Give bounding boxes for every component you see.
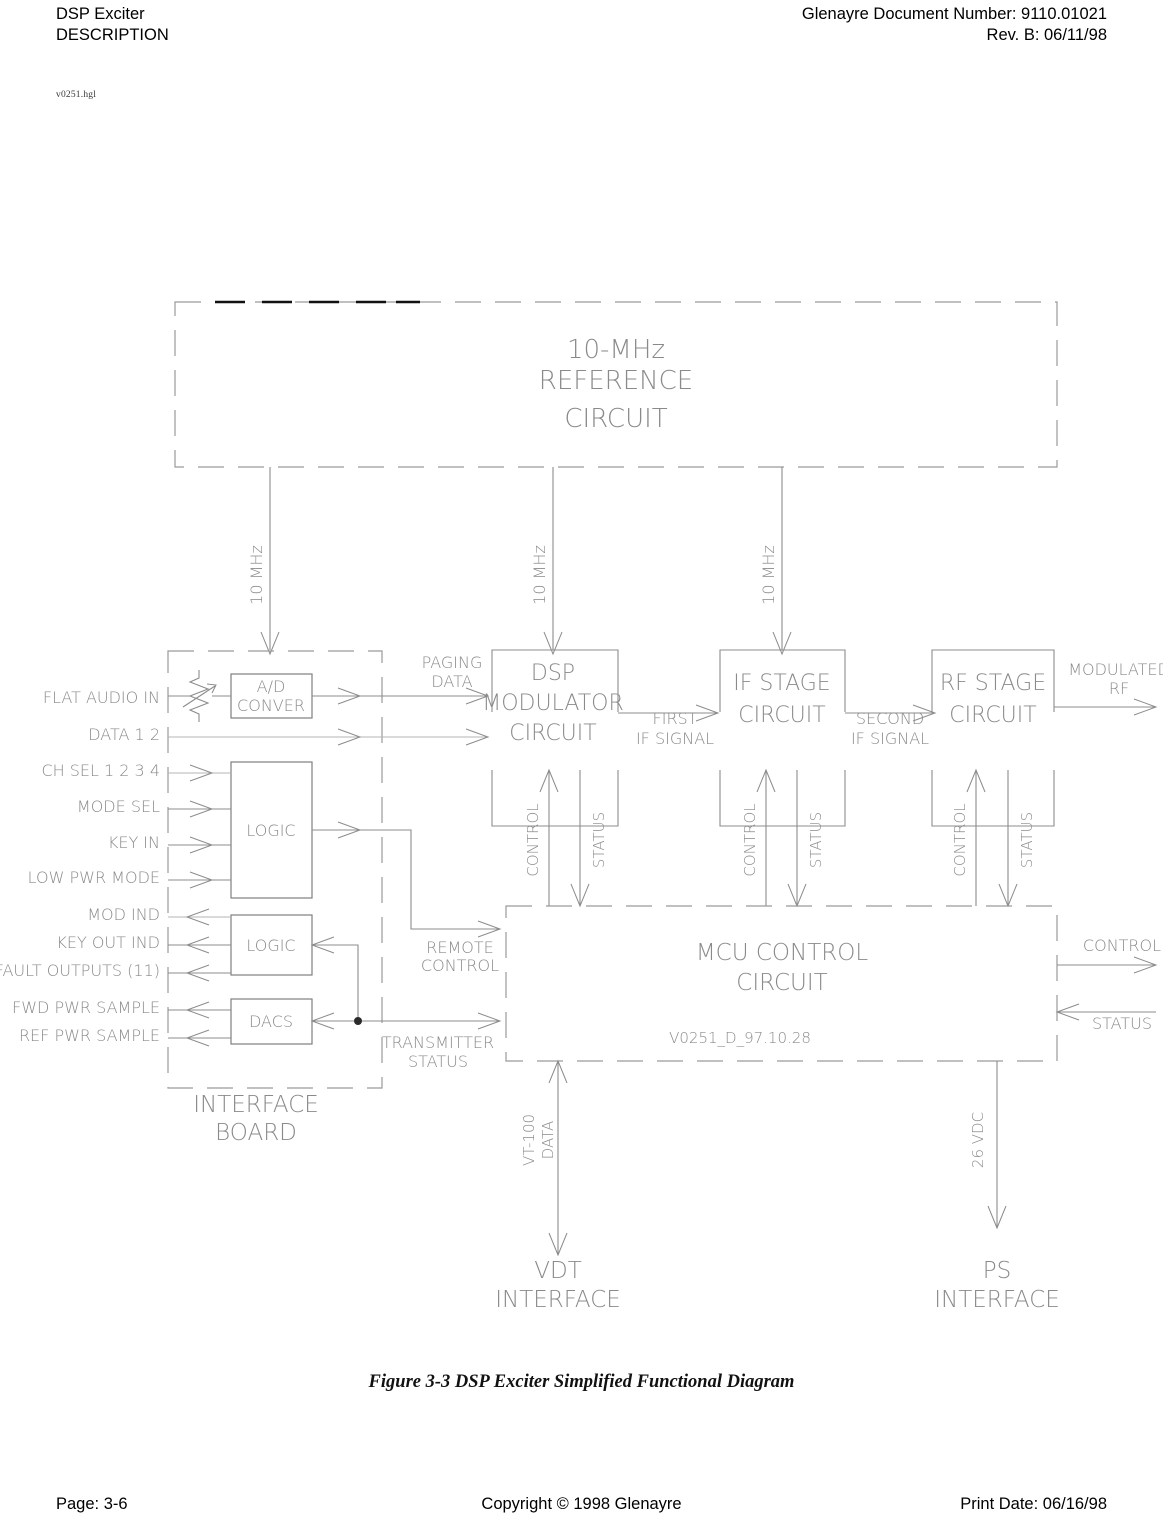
footer-print-date: Print Date: 06/16/98 xyxy=(960,1495,1107,1513)
input-label-low-pwr-mode: LOW PWR MODE xyxy=(28,868,160,887)
ps-interface-block: 26 VDC PS INTERFACE xyxy=(934,1061,1060,1313)
page-footer: Page: 3-6 Copyright © 1998 Glenayre Prin… xyxy=(56,1495,1107,1519)
mcu-status-in-label: STATUS xyxy=(1092,1014,1152,1033)
vdt-bus-label-line2: DATA xyxy=(539,1121,557,1160)
interface-board-title-line1: INTERFACE xyxy=(193,1092,319,1118)
dsp-modulator-line2: MODULATOR xyxy=(482,691,624,716)
paging-data-line1: PAGING xyxy=(422,653,483,672)
dacs-label: DACS xyxy=(249,1012,293,1031)
logic-block-lower: LOGIC xyxy=(230,914,313,976)
interface-board-title-line2: BOARD xyxy=(215,1120,297,1146)
ad-converter-block: A/D CONVER xyxy=(230,673,313,719)
rf-stage-line1: RF STAGE xyxy=(940,671,1046,696)
mcu-control-block: MCU CONTROL CIRCUIT V0251_D_97.10.28 xyxy=(505,905,1058,1062)
modulated-rf-output: MODULATED RF xyxy=(1054,660,1163,716)
clock-label-3: 10 MHz xyxy=(759,545,778,605)
paging-data-label: PAGING DATA xyxy=(422,653,483,691)
dsp-modulator-block: DSP MODULATOR CIRCUIT xyxy=(482,649,624,827)
logic-lower-label: LOGIC xyxy=(246,936,295,955)
input-label-flat-audio-in: FLAT AUDIO IN xyxy=(43,688,160,707)
output-label-mod-ind: MOD IND xyxy=(87,905,160,924)
mcu-control-line2: CIRCUIT xyxy=(736,970,827,996)
ad-converter-line1: A/D xyxy=(257,677,286,696)
functional-block-diagram: 10-MHz REFERENCE CIRCUIT 10 MHz 10 MHz 1… xyxy=(0,0,1163,1537)
vdt-interface-line1: VDT xyxy=(534,1258,582,1284)
second-if-signal-path: SECOND IF SIGNAL xyxy=(845,704,937,748)
input-label-ch-sel: CH SEL 1 2 3 4 xyxy=(41,761,160,780)
second-if-line2: IF SIGNAL xyxy=(851,729,929,748)
clock-distribution-lines: 10 MHz 10 MHz 10 MHz xyxy=(247,467,792,656)
modulated-rf-line1: MODULATED xyxy=(1068,660,1163,679)
if-control-status-bus: CONTROL STATUS xyxy=(741,768,825,908)
rf-stage-block: RF STAGE CIRCUIT xyxy=(931,649,1055,827)
dsp-modulator-line3: CIRCUIT xyxy=(509,721,596,746)
if-stage-line1: IF STAGE xyxy=(733,671,830,696)
reference-circuit-block: 10-MHz REFERENCE CIRCUIT xyxy=(174,300,1058,468)
interface-output-signals: MOD IND KEY OUT IND FAULT OUTPUTS (11) F… xyxy=(0,905,231,1047)
logic-upper-label: LOGIC xyxy=(246,821,295,840)
modulated-rf-line2: RF xyxy=(1109,679,1129,698)
paging-data-line2: DATA xyxy=(431,672,472,691)
reference-block-line2: REFERENCE xyxy=(539,366,693,396)
input-label-key-in: KEY IN xyxy=(108,833,160,852)
figure-caption: Figure 3-3 DSP Exciter Simplified Functi… xyxy=(368,1372,795,1392)
logic-block-upper: LOGIC xyxy=(230,761,313,899)
dsp-status-label: STATUS xyxy=(590,812,608,868)
rf-status-label: STATUS xyxy=(1018,812,1036,868)
clock-label-2: 10 MHz xyxy=(530,545,549,605)
if-stage-block: IF STAGE CIRCUIT xyxy=(719,649,846,827)
transmitter-status-label-line1: TRANSMITTER xyxy=(382,1033,494,1052)
second-if-line1: SECOND xyxy=(856,709,924,728)
ps-bus-label: 26 VDC xyxy=(969,1112,987,1168)
drawing-id-label: V0251_D_97.10.28 xyxy=(669,1029,811,1047)
if-status-label: STATUS xyxy=(807,812,825,868)
mcu-control-out-label: CONTROL xyxy=(1083,936,1161,955)
remote-control-label-line1: REMOTE xyxy=(426,938,494,957)
output-label-key-out-ind: KEY OUT IND xyxy=(56,933,160,952)
rf-control-status-bus: CONTROL STATUS xyxy=(951,768,1036,908)
remote-control-label-line2: CONTROL xyxy=(421,956,499,975)
output-label-ref-pwr-sample: REF PWR SAMPLE xyxy=(19,1026,160,1045)
output-label-fault-outputs: FAULT OUTPUTS (11) xyxy=(0,961,160,980)
if-control-label: CONTROL xyxy=(741,803,759,876)
reference-block-line1: 10-MHz xyxy=(567,335,665,365)
potentiometer-icon xyxy=(168,670,231,722)
first-if-signal-path: FIRST IF SIGNAL xyxy=(618,704,720,748)
reference-block-line3: CIRCUIT xyxy=(564,404,667,434)
rf-control-label: CONTROL xyxy=(951,803,969,876)
transmitter-status-label-line2: STATUS xyxy=(408,1052,468,1071)
vdt-interface-block: VT-100 DATA VDT INTERFACE xyxy=(495,1059,621,1313)
vdt-interface-line2: INTERFACE xyxy=(495,1287,621,1313)
first-if-line2: IF SIGNAL xyxy=(636,729,714,748)
ps-interface-line2: INTERFACE xyxy=(934,1287,1060,1313)
ps-interface-line1: PS xyxy=(983,1258,1011,1284)
mcu-external-control-status: CONTROL STATUS xyxy=(1055,936,1161,1033)
footer-copyright: Copyright © 1998 Glenayre xyxy=(481,1495,682,1513)
vdt-bus-label-line1: VT-100 xyxy=(520,1114,538,1166)
dsp-control-status-bus: CONTROL STATUS xyxy=(524,768,608,908)
rf-stage-line2: CIRCUIT xyxy=(949,703,1036,728)
if-stage-line2: CIRCUIT xyxy=(738,703,825,728)
dsp-modulator-line1: DSP xyxy=(531,661,575,686)
logic-to-mcu-remote-control: REMOTE CONTROL xyxy=(312,821,502,975)
dacs-block: DACS xyxy=(230,998,313,1045)
output-label-fwd-pwr-sample: FWD PWR SAMPLE xyxy=(12,998,160,1017)
input-label-mode-sel: MODE SEL xyxy=(77,797,160,816)
dsp-control-label: CONTROL xyxy=(524,803,542,876)
first-if-line1: FIRST xyxy=(653,709,698,728)
input-label-data-1-2: DATA 1 2 xyxy=(88,725,160,744)
clock-label-1: 10 MHz xyxy=(247,545,266,605)
mcu-control-line1: MCU CONTROL xyxy=(696,940,869,966)
ad-converter-line2: CONVER xyxy=(237,696,305,715)
